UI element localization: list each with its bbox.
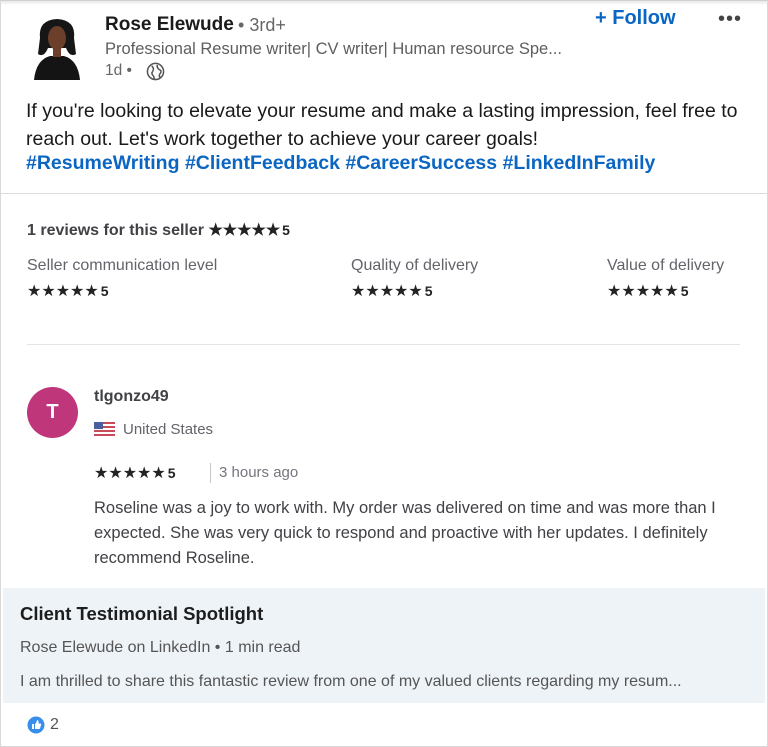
review-summary-label: 1 reviews for this seller bbox=[27, 222, 204, 239]
hashtag-list: #ResumeWriting #ClientFeedback #CareerSu… bbox=[26, 152, 655, 175]
review-rating: ★★★★★ 5 bbox=[94, 463, 176, 483]
hashtag-link[interactable]: #CareerSuccess bbox=[345, 152, 497, 174]
hashtag-link[interactable]: #ClientFeedback bbox=[185, 152, 340, 174]
review-time: 3 hours ago bbox=[219, 464, 299, 481]
review-summary: 1 reviews for this seller ★★★★★ 5 bbox=[27, 220, 290, 240]
more-icon[interactable]: ••• bbox=[718, 8, 742, 31]
author-name[interactable]: Rose Elewude bbox=[105, 14, 234, 36]
article-card[interactable]: Client Testimonial Spotlight Rose Elewud… bbox=[3, 588, 765, 703]
post-time: 1d • bbox=[105, 62, 132, 79]
category-communication-rating: ★★★★★ 5 bbox=[27, 281, 109, 301]
summary-stars: ★★★★★ bbox=[208, 222, 281, 239]
us-flag-icon bbox=[94, 422, 115, 436]
review-stars: ★★★★★ bbox=[94, 465, 166, 482]
category-value-rating: ★★★★★ 5 bbox=[607, 281, 689, 301]
category-score: 5 bbox=[680, 283, 689, 299]
rating-separator bbox=[210, 463, 211, 483]
reaction-count[interactable]: 2 bbox=[50, 716, 59, 734]
category-quality: Quality of delivery bbox=[351, 257, 479, 274]
hashtag-link[interactable]: #LinkedInFamily bbox=[503, 152, 656, 174]
category-value: Value of delivery bbox=[607, 257, 725, 274]
connection-degree: • 3rd+ bbox=[238, 15, 286, 35]
article-meta: Rose Elewude on LinkedIn • 1 min read bbox=[20, 639, 301, 656]
article-description: I am thrilled to share this fantastic re… bbox=[20, 673, 682, 690]
review-score: 5 bbox=[167, 465, 176, 481]
post-text: If you're looking to elevate your resume… bbox=[26, 100, 738, 150]
top-shadow bbox=[0, 0, 768, 5]
review-text: Roseline was a joy to work with. My orde… bbox=[94, 499, 716, 567]
globe-icon bbox=[146, 62, 165, 81]
category-stars: ★★★★★ bbox=[27, 283, 99, 300]
hashtag-link[interactable]: #ResumeWriting bbox=[26, 152, 180, 174]
author-avatar[interactable] bbox=[30, 14, 84, 80]
post-divider bbox=[0, 193, 768, 194]
article-title[interactable]: Client Testimonial Spotlight bbox=[20, 603, 263, 625]
reviewer-avatar: T bbox=[27, 387, 78, 438]
category-score: 5 bbox=[424, 283, 433, 299]
category-score: 5 bbox=[100, 283, 109, 299]
like-icon[interactable] bbox=[27, 716, 45, 734]
category-stars: ★★★★★ bbox=[607, 283, 679, 300]
category-communication: Seller communication level bbox=[27, 257, 218, 274]
category-stars: ★★★★★ bbox=[351, 283, 423, 300]
author-headline: Professional Resume writer| CV writer| H… bbox=[105, 40, 562, 58]
category-quality-rating: ★★★★★ 5 bbox=[351, 281, 433, 301]
summary-score: 5 bbox=[282, 222, 290, 238]
degree-label: 3rd+ bbox=[249, 15, 286, 35]
reviewer-username: tlgonzo49 bbox=[94, 388, 169, 405]
reviewer-country: United States bbox=[123, 421, 214, 438]
follow-button[interactable]: + Follow bbox=[595, 7, 676, 30]
review-divider bbox=[27, 344, 740, 345]
